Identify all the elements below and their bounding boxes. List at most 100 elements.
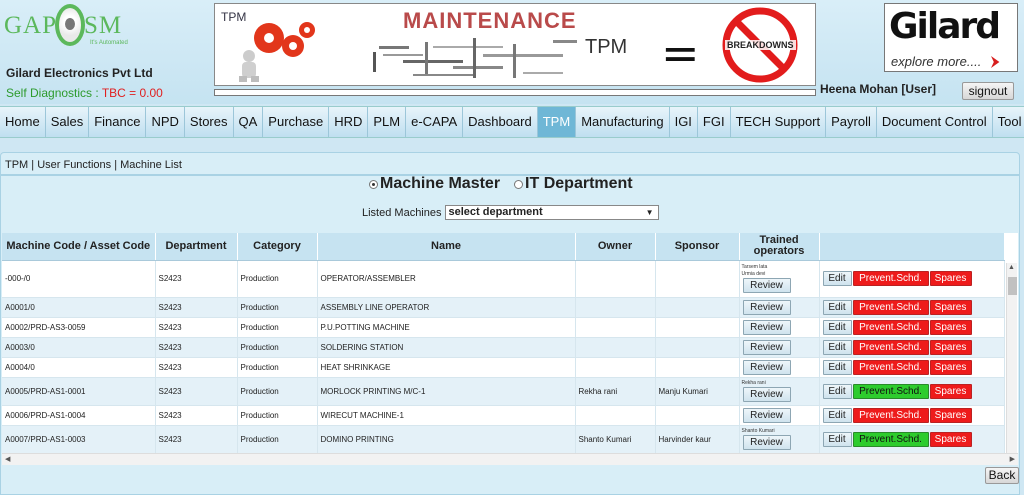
actions-cell: Edit Prevent.Schd. Spares bbox=[819, 377, 1005, 406]
sponsor-cell: Manju Kumari bbox=[655, 377, 740, 406]
review-button[interactable]: Review bbox=[742, 319, 791, 335]
nav-item-tpm[interactable]: TPM bbox=[537, 107, 577, 137]
edit-button[interactable]: Edit bbox=[822, 271, 852, 286]
owner-cell: Shanto Kumari bbox=[575, 425, 656, 454]
radio-machine-master[interactable]: Machine Master bbox=[369, 175, 500, 193]
vertical-scrollbar[interactable]: ▲ ▼ bbox=[1006, 263, 1017, 461]
owner-cell bbox=[575, 297, 656, 318]
radio-it-department-label: IT Department bbox=[525, 175, 633, 192]
sponsor-cell bbox=[655, 357, 740, 378]
scroll-up-icon[interactable]: ▲ bbox=[1008, 264, 1015, 271]
nav-item-fgi[interactable]: FGI bbox=[698, 107, 731, 137]
review-button[interactable]: Review bbox=[742, 407, 791, 423]
spares-button[interactable]: Spares bbox=[929, 407, 972, 423]
actions-cell: Edit Prevent.Schd. Spares bbox=[819, 337, 1005, 358]
brand-name: Gilard bbox=[889, 6, 1001, 47]
nav-item-sales[interactable]: Sales bbox=[46, 107, 90, 137]
prevent-schedule-button[interactable]: Prevent.Schd. bbox=[852, 299, 929, 315]
owner-cell bbox=[575, 317, 656, 338]
gilard-logo[interactable]: Gilard explore more.... bbox=[884, 3, 1018, 72]
prevent-schedule-button[interactable]: Prevent.Schd. bbox=[852, 359, 929, 375]
spares-button[interactable]: Spares bbox=[929, 271, 972, 286]
nav-item-tech-support[interactable]: TECH Support bbox=[731, 107, 827, 137]
review-button[interactable]: Review bbox=[742, 339, 791, 355]
nav-item-igi[interactable]: IGI bbox=[670, 107, 698, 137]
category-cell: Production bbox=[237, 357, 318, 378]
edit-button[interactable]: Edit bbox=[822, 299, 852, 315]
table-row: A0003/0 S2423 Production SOLDERING STATION R… bbox=[2, 337, 1005, 358]
nav-item-e-capa[interactable]: e-CAPA bbox=[406, 107, 464, 137]
trained-operators-cell: Review bbox=[739, 357, 820, 378]
department-select[interactable]: select department ▼ bbox=[444, 205, 659, 220]
spares-button[interactable]: Spares bbox=[929, 319, 972, 335]
prevent-schedule-button[interactable]: Prevent.Schd. bbox=[852, 271, 929, 286]
radio-dot-selected-icon[interactable] bbox=[369, 179, 378, 189]
nav-item-stores[interactable]: Stores bbox=[185, 107, 234, 137]
spares-button[interactable]: Spares bbox=[929, 383, 972, 399]
scroll-right-icon[interactable]: ▶ bbox=[1010, 455, 1015, 463]
self-diag-label: Self Diagnostics : bbox=[6, 86, 102, 100]
nav-item-document-control[interactable]: Document Control bbox=[877, 107, 993, 137]
machine-name-cell: MORLOCK PRINTING M/C-1 bbox=[317, 377, 576, 406]
review-button[interactable]: Review bbox=[742, 278, 791, 293]
column-header: Department bbox=[155, 233, 238, 261]
trained-operators-cell: Review bbox=[739, 405, 820, 426]
category-cell: Production bbox=[237, 337, 318, 358]
nav-item-purchase[interactable]: Purchase bbox=[263, 107, 330, 137]
nav-item-dashboard[interactable]: Dashboard bbox=[463, 107, 538, 137]
category-cell: Production bbox=[237, 260, 318, 298]
prevent-schedule-button[interactable]: Prevent.Schd. bbox=[852, 407, 929, 423]
edit-button[interactable]: Edit bbox=[822, 431, 852, 447]
listed-machines-filter: Listed Machines select department ▼ bbox=[362, 205, 659, 220]
nav-item-npd[interactable]: NPD bbox=[146, 107, 185, 137]
edit-button[interactable]: Edit bbox=[822, 359, 852, 375]
edit-button[interactable]: Edit bbox=[822, 383, 852, 399]
review-button[interactable]: Review bbox=[742, 435, 791, 450]
review-button[interactable]: Review bbox=[742, 359, 791, 375]
actions-cell: Edit Prevent.Schd. Spares bbox=[819, 357, 1005, 378]
nav-item-home[interactable]: Home bbox=[0, 107, 46, 137]
edit-button[interactable]: Edit bbox=[822, 339, 852, 355]
sponsor-cell bbox=[655, 337, 740, 358]
review-button[interactable]: Review bbox=[742, 387, 791, 402]
prevent-schedule-button[interactable]: Prevent.Schd. bbox=[852, 319, 929, 335]
scroll-thumb[interactable] bbox=[1008, 277, 1017, 295]
spares-button[interactable]: Spares bbox=[929, 339, 972, 355]
nav-item-tool-room[interactable]: Tool Room bbox=[993, 107, 1024, 137]
banner-progress-bar bbox=[214, 89, 816, 96]
back-button[interactable]: Back bbox=[985, 467, 1019, 484]
table-header-row: Machine Code / Asset Code Department Categ… bbox=[2, 233, 1005, 261]
spares-button[interactable]: Spares bbox=[929, 299, 972, 315]
prevent-schedule-button[interactable]: Prevent.Schd. bbox=[852, 339, 929, 355]
sponsor-cell bbox=[655, 405, 740, 426]
department-cell: S2423 bbox=[155, 260, 238, 298]
edit-button[interactable]: Edit bbox=[822, 407, 852, 423]
nav-item-hrd[interactable]: HRD bbox=[329, 107, 369, 137]
machine-name-cell: ASSEMBLY LINE OPERATOR bbox=[317, 297, 576, 318]
gaposm-logo[interactable]: GAP SM It's Automated bbox=[4, 4, 154, 62]
nav-item-payroll[interactable]: Payroll bbox=[826, 107, 877, 137]
trained-operators-cell: Review bbox=[739, 297, 820, 318]
nav-item-plm[interactable]: PLM bbox=[368, 107, 407, 137]
radio-it-department[interactable]: IT Department bbox=[514, 175, 633, 193]
nav-item-qa[interactable]: QA bbox=[234, 107, 264, 137]
edit-button[interactable]: Edit bbox=[822, 319, 852, 335]
signout-button[interactable]: signout bbox=[962, 82, 1014, 100]
machine-code-cell: A0005/PRD-AS1-0001 bbox=[2, 377, 156, 406]
prevent-schedule-button[interactable]: Prevent.Schd. bbox=[852, 431, 929, 447]
machine-code-cell: A0007/PRD-AS1-0003 bbox=[2, 425, 156, 454]
sponsor-cell: Harvinder kaur bbox=[655, 425, 740, 454]
horizontal-scrollbar[interactable]: ◀ ▶ bbox=[2, 453, 1018, 465]
nav-item-manufacturing[interactable]: Manufacturing bbox=[576, 107, 670, 137]
radio-dot-icon[interactable] bbox=[514, 179, 524, 189]
scroll-left-icon[interactable]: ◀ bbox=[5, 455, 10, 463]
banner-tpm-big: TPM bbox=[585, 36, 628, 58]
table-row: -000-/0 S2423 Production OPERATOR/ASSEMBLER… bbox=[2, 260, 1005, 298]
banner-breakdowns: BREAKDOWNS bbox=[725, 40, 796, 50]
spares-button[interactable]: Spares bbox=[929, 359, 972, 375]
department-cell: S2423 bbox=[155, 425, 238, 454]
spares-button[interactable]: Spares bbox=[929, 431, 972, 447]
prevent-schedule-button[interactable]: Prevent.Schd. bbox=[852, 383, 929, 399]
nav-item-finance[interactable]: Finance bbox=[89, 107, 147, 137]
review-button[interactable]: Review bbox=[742, 299, 791, 315]
